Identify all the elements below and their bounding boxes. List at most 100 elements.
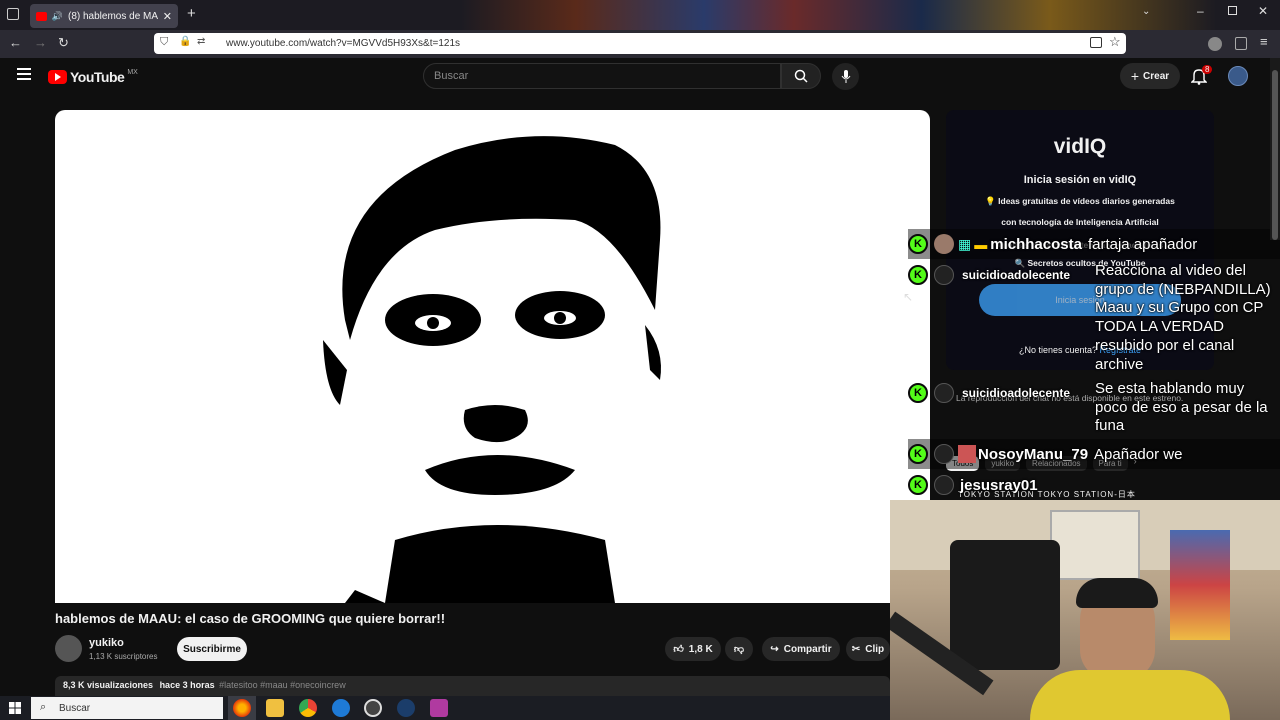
avatar[interactable] [1228,66,1248,86]
chat-text: Se esta hablando muy poco de eso a pesar… [1095,380,1268,435]
chrome-icon[interactable] [299,699,317,717]
chat-avatar [934,265,954,285]
lightbulb-icon: 💡 [985,196,996,206]
taskbar-search[interactable]: ⌕ Buscar [31,697,223,719]
webcam-shelf [1050,510,1140,580]
permissions-icon[interactable]: ⇄ [197,36,205,47]
chat-username: suicidioadolecente [962,386,1071,400]
youtube-play-icon [48,70,67,84]
back-icon[interactable]: ← [9,35,22,50]
scrollbar-thumb[interactable] [1272,70,1278,240]
create-button[interactable]: + Crear [1120,63,1180,89]
chat-message: K jesusray01 [908,470,1280,500]
speaker-icon[interactable]: 🔊 [52,11,63,22]
voice-search-button[interactable] [832,63,859,90]
scrollbar[interactable] [1270,58,1280,240]
webcam-jacket [950,540,1060,670]
taskbar-search-placeholder: Buscar [59,702,91,714]
chat-avatar [934,444,954,464]
tab-overview-icon[interactable] [7,8,19,20]
bookmark-star-icon[interactable]: ☆ [1109,34,1121,50]
plus-icon: + [1130,68,1140,84]
notifications-button[interactable]: 8 [1190,65,1213,90]
chat-username: michhacosta [990,235,1082,253]
close-window-icon[interactable]: ✕ [1258,4,1268,18]
lock-icon[interactable]: 🔒 [179,36,191,47]
extensions-icon[interactable] [1235,37,1247,50]
chevron-down-icon[interactable]: ⌄ [1142,6,1150,17]
channel-name[interactable]: yukiko [89,637,124,649]
vidiq-feature-1: 💡 Ideas gratuitas de vídeos diarios gene… [946,196,1214,207]
chat-username: jesusray01 [960,476,1038,494]
url-bar[interactable]: ⛉ 🔒 ⇄ www.youtube.com/watch?v=MGVVd5H93X… [154,33,1126,54]
maximize-icon[interactable] [1228,6,1237,15]
tab-title: (8) hablemos de MAAU: el c [68,10,158,22]
forward-icon[interactable]: → [34,35,47,50]
channel-avatar[interactable] [55,635,82,662]
search-icon: ⌕ [40,701,47,713]
scissors-icon: ✂ [851,643,861,655]
share-button[interactable]: ↪ Compartir [762,637,840,661]
menu-icon[interactable]: ≡ [1260,34,1268,49]
subscriber-count: 1,13 K suscriptores [89,652,158,661]
new-tab-icon[interactable]: + [187,5,196,22]
file-explorer-icon[interactable] [266,699,284,717]
video-player[interactable] [55,110,930,603]
edge-icon[interactable] [332,699,350,717]
description-box[interactable]: 8,3 K visualizaciones hace 3 horas #late… [55,676,890,696]
reload-icon[interactable]: ↻ [58,35,69,51]
browser-tab[interactable]: 🔊 (8) hablemos de MAAU: el c ✕ [30,4,178,28]
youtube-logo-text: YouTube [70,69,125,85]
hamburger-menu-icon[interactable] [17,68,31,80]
search-icon [794,69,808,83]
firefox-icon[interactable] [233,699,251,717]
search-button[interactable] [781,63,821,89]
picture-in-picture-icon[interactable] [1090,37,1102,48]
hashtags[interactable]: #latesitoo #maau #onecoincrew [219,680,346,690]
youtube-logo[interactable]: YouTube MX [48,69,138,85]
like-button[interactable]: 👍︎ 1,8 K [665,637,721,661]
media-app-icon[interactable] [430,699,448,717]
clip-label: Clip [865,643,885,655]
kick-badge-icon: K [908,234,928,254]
logo-region: MX [127,68,138,76]
subscribe-button[interactable]: Suscribirme [177,637,247,661]
video-title: hablemos de MAAU: el caso de GROOMING qu… [55,611,446,626]
vidiq-feature-1-text: Ideas gratuitas de vídeos diarios genera… [998,196,1175,206]
thumbs-up-icon: 👍︎ [673,644,684,655]
webcam-poster [1170,530,1230,640]
windows-start-icon[interactable] [9,702,21,714]
browser-tab-bar: 🔊 (8) hablemos de MAAU: el c ✕ + ⌄ – ✕ [0,0,1280,30]
create-label: Crear [1143,70,1170,82]
kick-badge-icon: K [908,265,928,285]
search-input[interactable]: Buscar [423,63,781,89]
webcam-shirt [1030,670,1230,720]
no-account-text: ¿No tienes cuenta? [1018,345,1097,355]
steam-icon[interactable] [397,699,415,717]
minimize-icon[interactable]: – [1197,4,1204,18]
account-icon[interactable] [1208,37,1222,51]
webcam-hair [1076,578,1158,608]
chat-avatar [934,475,954,495]
badge-icon: ▦ [958,235,972,252]
dislike-button[interactable]: 👎︎ [725,637,753,661]
folder-icon: ▬ [974,236,988,252]
emote-icon [958,445,976,463]
vidiq-feature-2: con tecnología de Inteligencia Artificia… [1001,217,1159,227]
kick-badge-icon: K [908,444,928,464]
shield-icon[interactable]: ⛉ [160,36,168,49]
vidiq-logo-text: vidIQ [1053,135,1107,158]
kick-badge-icon: K [908,475,928,495]
chat-avatar [934,234,954,254]
upload-age: hace 3 horas [159,680,215,690]
close-tab-icon[interactable]: ✕ [163,10,172,23]
share-label: Compartir [783,643,832,655]
vidiq-logo: vidIQ [946,135,1214,159]
chat-message: K NosoyManu_79 Apañador we [908,439,1280,469]
chat-username: suicidioadolecente [962,268,1071,282]
chat-message: K ▦ ▬ michhacosta fartaja apañador [908,229,1280,259]
obs-icon[interactable] [364,699,382,717]
clip-button[interactable]: ✂ Clip [846,637,890,661]
mouse-cursor-icon: ↖ [903,290,914,304]
like-count: 1,8 K [688,643,713,655]
